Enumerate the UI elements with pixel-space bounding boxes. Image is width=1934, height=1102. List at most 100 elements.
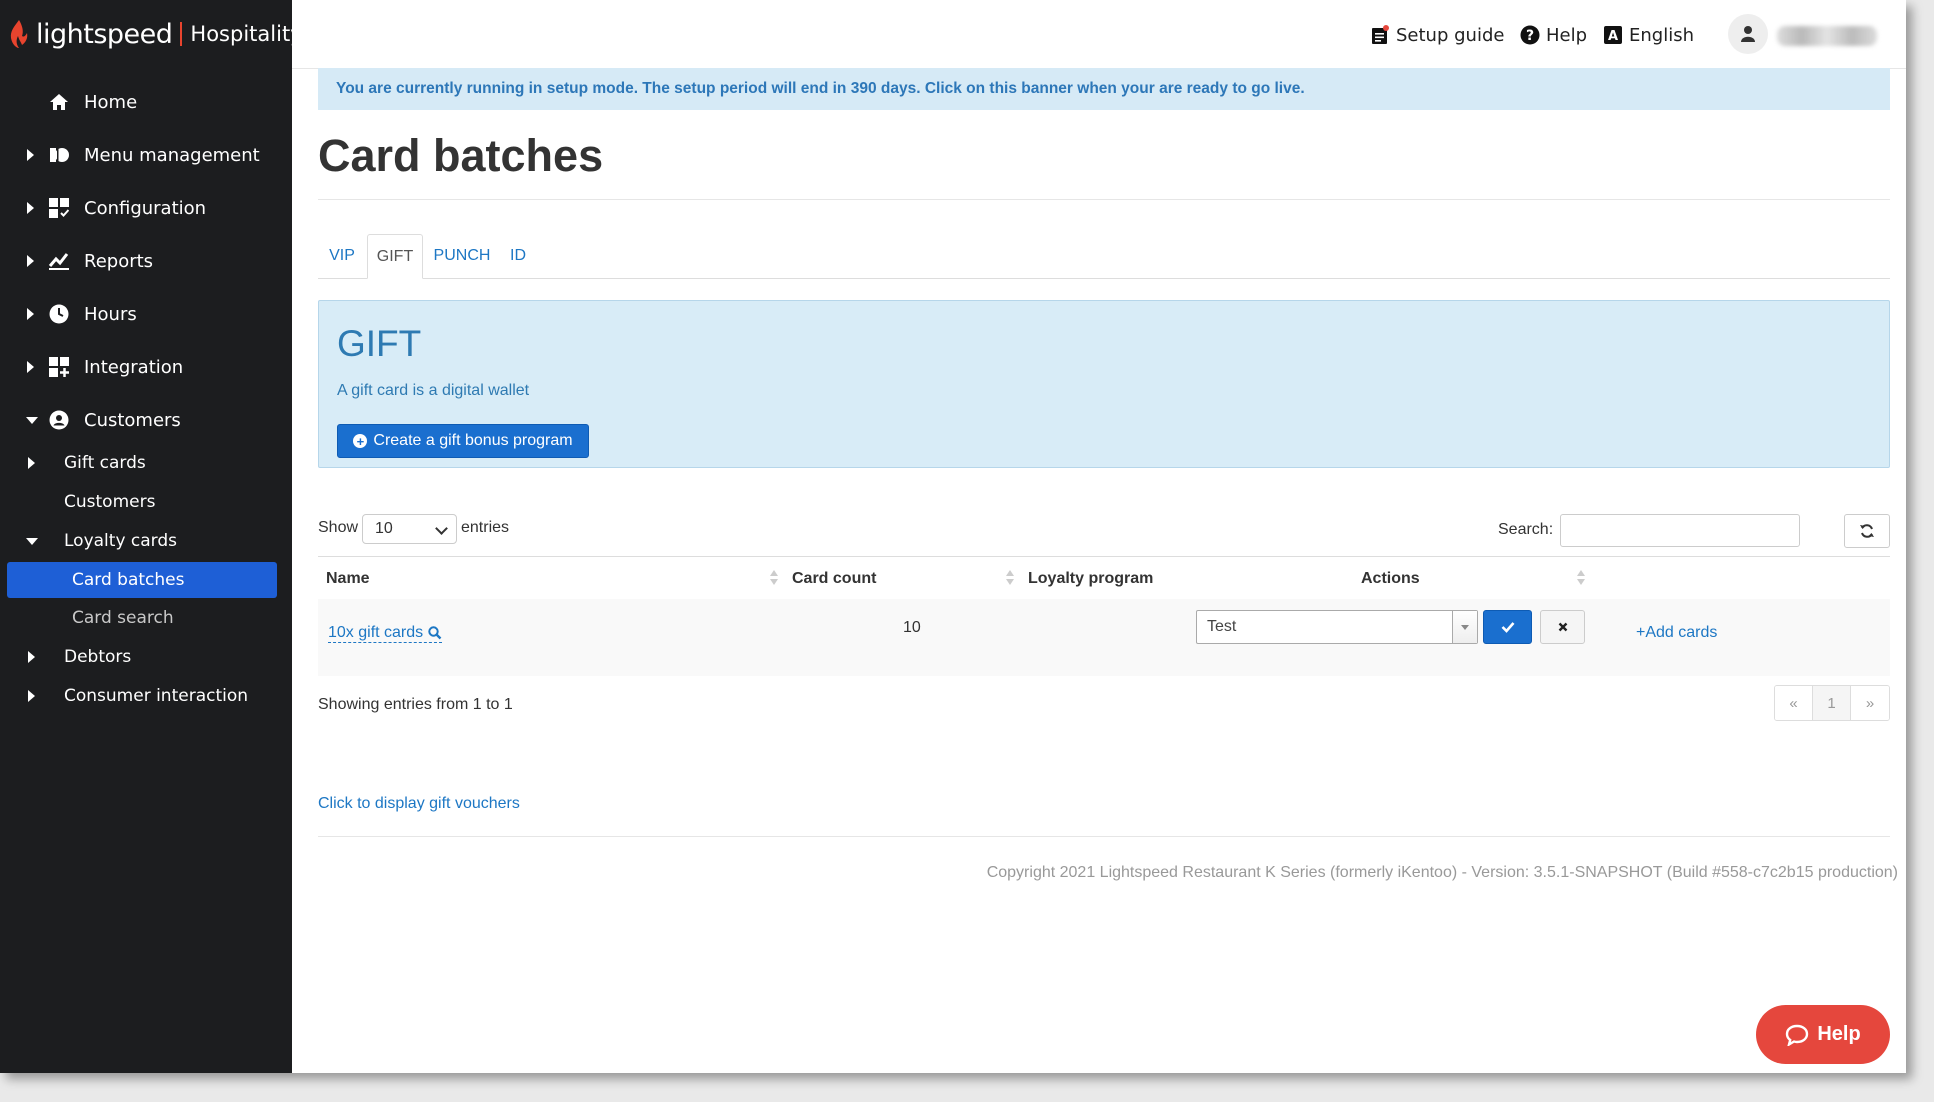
username-redacted[interactable] [1777, 26, 1877, 46]
sidebar-item-label: Configuration [84, 197, 207, 219]
sidebar-item-label: Home [84, 91, 138, 113]
confirm-program-button[interactable] [1483, 610, 1532, 644]
language-selector[interactable]: A English [1603, 22, 1694, 48]
display-gift-vouchers-link[interactable]: Click to display gift vouchers [318, 795, 520, 813]
sidebar-item-integration[interactable]: Integration [0, 347, 292, 387]
table-info-text: Showing entries from 1 to 1 [318, 696, 513, 713]
loyalty-program-select[interactable]: Test [1196, 610, 1478, 644]
lightspeed-flame-icon [10, 20, 28, 48]
reports-icon [48, 250, 70, 272]
expand-caret-icon [27, 202, 34, 214]
divider [318, 836, 1890, 837]
sidebar-item-customers-list[interactable]: Customers [0, 484, 292, 520]
sidebar-item-gift-cards[interactable]: Gift cards [0, 445, 292, 481]
help-chat-label: Help [1817, 1023, 1861, 1045]
help-chat-button[interactable]: Help [1756, 1005, 1890, 1064]
setup-guide-icon [1370, 25, 1390, 45]
add-cards-link[interactable]: +Add cards [1636, 624, 1717, 642]
copyright-text: Copyright 2021 Lightspeed Restaurant K S… [986, 864, 1898, 881]
tab-punch[interactable]: PUNCH [426, 234, 498, 278]
column-header-name[interactable]: Name [326, 557, 370, 600]
help-circle-icon: ? [1520, 25, 1540, 45]
help-link[interactable]: ? Help [1520, 22, 1587, 48]
pagination-next[interactable]: » [1851, 686, 1889, 720]
sidebar-item-label: Loyalty cards [64, 531, 178, 551]
help-label: Help [1546, 24, 1588, 46]
pagination-page[interactable]: 1 [1813, 686, 1851, 720]
search-label: Search: [1498, 521, 1554, 538]
expand-caret-icon [27, 255, 34, 267]
column-header-card-count[interactable]: Card count [792, 557, 876, 600]
sidebar-item-label: Consumer interaction [64, 686, 249, 706]
clock-icon [48, 303, 70, 325]
chevron-down-icon [435, 522, 448, 535]
sidebar-item-label: Gift cards [64, 453, 146, 473]
batch-name: 10x gift cards [328, 624, 424, 641]
card-count-value: 10 [903, 619, 921, 636]
sidebar-item-configuration[interactable]: Configuration [0, 188, 292, 228]
search-input[interactable] [1560, 514, 1800, 547]
sidebar-item-reports[interactable]: Reports [0, 241, 292, 281]
menu-management-icon [48, 144, 70, 166]
sidebar-item-card-batches[interactable]: Card batches [7, 562, 277, 598]
sidebar-item-label: Reports [84, 250, 154, 272]
sidebar-item-debtors[interactable]: Debtors [0, 639, 292, 675]
plus-circle-icon: + [353, 434, 368, 448]
sidebar-item-label: Integration [84, 356, 184, 378]
logo[interactable]: lightspeed Hospitality [8, 14, 303, 54]
sidebar-item-card-search[interactable]: Card search [7, 600, 277, 636]
cancel-program-button[interactable] [1540, 610, 1585, 644]
sidebar: lightspeed Hospitality Home Menu managem… [0, 0, 303, 1073]
sidebar-item-label: Card search [72, 608, 174, 628]
tab-id[interactable]: ID [501, 234, 535, 278]
svg-text:?: ? [1526, 28, 1534, 44]
close-icon [1558, 622, 1567, 632]
user-icon [1741, 26, 1755, 42]
setup-guide-label: Setup guide [1396, 24, 1505, 46]
column-header-actions[interactable]: Actions [1361, 557, 1420, 600]
svg-text:A: A [1608, 29, 1618, 44]
home-icon [48, 91, 70, 113]
column-header-loyalty-program[interactable]: Loyalty program [1028, 557, 1153, 600]
expand-caret-icon [27, 308, 34, 320]
language-icon: A [1603, 25, 1623, 45]
pagination: « 1 » [1774, 685, 1890, 721]
sidebar-item-label: Customers [84, 409, 181, 431]
setup-mode-banner[interactable]: You are currently running in setup mode.… [318, 68, 1890, 110]
refresh-button[interactable] [1844, 514, 1890, 548]
dropdown-arrow-icon [1452, 611, 1477, 643]
sidebar-item-hours[interactable]: Hours [0, 294, 292, 334]
brand-separator [180, 22, 183, 46]
tab-vip[interactable]: VIP [318, 234, 366, 278]
main-content: You are currently running in setup mode.… [292, 68, 1906, 1073]
divider [318, 199, 1890, 200]
sidebar-item-menu-management[interactable]: Menu management [0, 135, 292, 175]
sort-icon[interactable] [1577, 570, 1585, 586]
sort-icon[interactable] [770, 570, 778, 586]
sort-icon[interactable] [1006, 570, 1014, 586]
collapse-caret-icon [26, 416, 38, 424]
entries-per-page-select[interactable]: 10 [362, 514, 457, 544]
table-header: Name Card count Loyalty program Actions [318, 556, 1890, 601]
create-gift-bonus-program-button[interactable]: + Create a gift bonus program [337, 424, 589, 458]
expand-caret-icon [27, 149, 34, 161]
setup-guide-link[interactable]: Setup guide [1370, 22, 1504, 48]
language-label: English [1629, 24, 1694, 46]
sidebar-item-loyalty-cards[interactable]: Loyalty cards [0, 523, 292, 559]
user-avatar[interactable] [1728, 14, 1768, 54]
tab-gift[interactable]: GIFT [367, 234, 423, 279]
gift-info-panel: GIFT A gift card is a digital wallet + C… [318, 300, 1890, 468]
chat-bubble-icon [1786, 1024, 1809, 1046]
create-button-label: Create a gift bonus program [373, 432, 573, 449]
customer-icon [48, 409, 70, 431]
sidebar-item-home[interactable]: Home [0, 82, 292, 122]
sidebar-item-label: Hours [84, 303, 137, 325]
batch-name-link[interactable]: 10x gift cards [328, 624, 443, 643]
expand-caret-icon [27, 361, 34, 373]
sidebar-item-label: Customers [64, 492, 156, 512]
gift-panel-description: A gift card is a digital wallet [337, 382, 530, 399]
sidebar-item-label: Menu management [84, 144, 260, 166]
sidebar-item-customers[interactable]: Customers [0, 400, 292, 440]
pagination-previous[interactable]: « [1775, 686, 1813, 720]
sidebar-item-consumer-interaction[interactable]: Consumer interaction [0, 678, 292, 714]
